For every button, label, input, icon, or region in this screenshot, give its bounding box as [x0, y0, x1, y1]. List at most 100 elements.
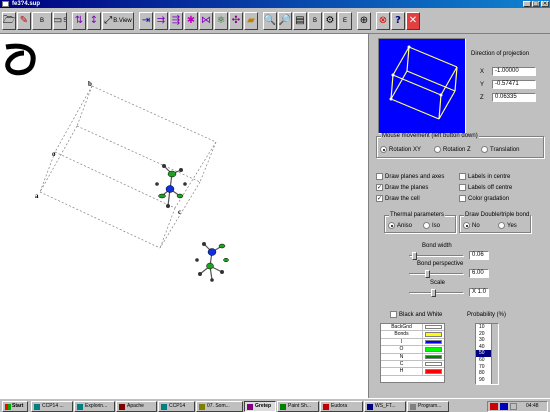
color-row[interactable]: Bonds: [381, 331, 444, 339]
x-value[interactable]: -1.00000: [492, 67, 536, 76]
check-draw-cell[interactable]: ✓ Draw the cell: [376, 195, 420, 202]
slider-thumb[interactable]: [425, 270, 430, 278]
taskbar-button[interactable]: Paint Sh...: [277, 401, 319, 412]
molecule-button[interactable]: ⚛: [214, 12, 228, 30]
probability-scrollbar[interactable]: [491, 324, 498, 384]
check-draw-planes-axes[interactable]: Draw planes and axes: [376, 173, 444, 180]
color-row[interactable]: I: [381, 338, 444, 347]
check-black-white[interactable]: Black and White: [390, 311, 442, 318]
title-bar[interactable]: fe3?4.sup _ □ ×: [0, 0, 550, 8]
bond-button[interactable]: ⋈: [199, 12, 213, 30]
taskbar-button[interactable]: Apache: [116, 401, 157, 412]
slider-thumb[interactable]: [431, 289, 436, 297]
taskbar-button[interactable]: Gretep: [244, 401, 276, 412]
move-x-button[interactable]: ⇥: [139, 12, 153, 30]
unit-cell-button[interactable]: ✣: [229, 12, 243, 30]
check-draw-planes[interactable]: ✓ Draw the planes: [376, 184, 428, 191]
view-button[interactable]: ⤢ B.View: [102, 12, 134, 30]
exit-button[interactable]: ✕: [406, 12, 420, 30]
atom: [179, 168, 183, 172]
radio-rotation-z[interactable]: Rotation Z: [434, 146, 471, 153]
color-name: BackGnd: [381, 324, 423, 331]
radio-yes[interactable]: Yes: [498, 222, 517, 229]
bond-perspective-slider[interactable]: [409, 270, 464, 278]
print-button[interactable]: ▤: [293, 12, 307, 30]
slider-thumb[interactable]: [412, 252, 417, 260]
render-button[interactable]: ▰: [244, 12, 258, 30]
color-swatch[interactable]: [425, 369, 442, 374]
taskbar-button[interactable]: Eudora: [320, 401, 363, 412]
radio-iso[interactable]: Iso: [423, 222, 440, 229]
taskbar-label: Explorin...: [85, 403, 108, 409]
color-row[interactable]: N: [381, 353, 444, 361]
draw-button[interactable]: ✎: [17, 12, 31, 30]
color-swatch[interactable]: [425, 332, 442, 337]
color-row[interactable]: BackGnd: [381, 324, 444, 332]
close-window-button[interactable]: ×: [541, 0, 549, 7]
color-row[interactable]: C: [381, 360, 444, 369]
radio-off-icon: [498, 222, 505, 229]
tray-icon[interactable]: [490, 403, 498, 410]
taskbar-button[interactable]: 07. Som...: [196, 401, 243, 412]
move-xy-button[interactable]: ⇶: [169, 12, 183, 30]
start-button[interactable]: Start: [2, 401, 28, 412]
taskbar-button[interactable]: CCP14: [158, 401, 195, 412]
app-icon[interactable]: [2, 1, 9, 7]
s-button[interactable]: ▭ S: [53, 12, 67, 30]
scale-value[interactable]: X 1.0: [469, 288, 489, 297]
draw-e-button[interactable]: E: [338, 12, 352, 30]
radio-no[interactable]: No: [463, 222, 480, 229]
atom: [183, 182, 187, 186]
color-swatch[interactable]: [425, 361, 442, 367]
scribble-mark: [5, 43, 36, 76]
scale-slider[interactable]: [409, 289, 464, 297]
draw-b-button[interactable]: B: [308, 12, 322, 30]
move-button[interactable]: ↕: [87, 12, 101, 30]
color-swatch[interactable]: [425, 347, 442, 352]
bond-perspective-value[interactable]: 6.00: [469, 269, 489, 278]
minimize-button[interactable]: _: [523, 0, 531, 7]
help-button[interactable]: ?: [391, 12, 405, 30]
mirror-button[interactable]: ⇅: [72, 12, 86, 30]
atom-button[interactable]: ✱: [184, 12, 198, 30]
color-row[interactable]: O: [381, 346, 444, 354]
bond-width-slider[interactable]: [409, 252, 464, 260]
draw-e-label: E: [342, 18, 347, 24]
add-button[interactable]: ⊕: [357, 12, 371, 30]
taskbar-button[interactable]: CCP14 ...: [31, 401, 73, 412]
b-button[interactable]: B: [32, 12, 52, 30]
tray-icon[interactable]: [500, 403, 508, 410]
check-color-gradation[interactable]: Color gradation: [459, 195, 509, 202]
atom: [176, 193, 184, 199]
axis-label-c: c: [178, 208, 181, 216]
check-labels-off-centre[interactable]: Labels off centre: [459, 184, 512, 191]
radio-translation[interactable]: Translation: [481, 146, 519, 153]
orientation-preview[interactable]: [378, 38, 466, 134]
stop-button[interactable]: ⊗: [376, 12, 390, 30]
color-row[interactable]: H: [381, 368, 444, 376]
structure-canvas[interactable]: b o a c: [0, 34, 369, 398]
taskbar-button[interactable]: Explorin...: [74, 401, 115, 412]
z-value[interactable]: 0.06335: [492, 93, 536, 102]
color-swatch[interactable]: [425, 354, 442, 359]
check-labels-centre[interactable]: Labels in centre: [459, 173, 510, 180]
taskbar-button[interactable]: Program...: [407, 401, 449, 412]
view-label: B.View: [113, 18, 132, 24]
taskbar-button[interactable]: WS_FT...: [364, 401, 406, 412]
volume-icon[interactable]: [510, 403, 517, 410]
radio-rotation-xy[interactable]: Rotation XY: [380, 146, 421, 153]
y-value[interactable]: -0.57471: [492, 80, 536, 89]
color-swatch[interactable]: [425, 339, 442, 345]
axis-label-b: b: [88, 80, 92, 88]
zoom-in-button[interactable]: 🔍: [263, 12, 277, 30]
bond-width-value[interactable]: 0.06: [469, 251, 489, 260]
move-y-button[interactable]: ⇉: [154, 12, 168, 30]
zoom-out-button[interactable]: 🔎: [278, 12, 292, 30]
open-button[interactable]: 🗁: [2, 12, 16, 30]
maximize-button[interactable]: □: [532, 0, 540, 7]
draw-planes-label: Draw the planes: [385, 184, 429, 191]
radio-aniso[interactable]: Aniso: [388, 222, 412, 229]
settings-button[interactable]: ⚙: [323, 12, 337, 30]
maximize-icon: □: [533, 0, 539, 7]
color-swatch[interactable]: [425, 325, 442, 330]
